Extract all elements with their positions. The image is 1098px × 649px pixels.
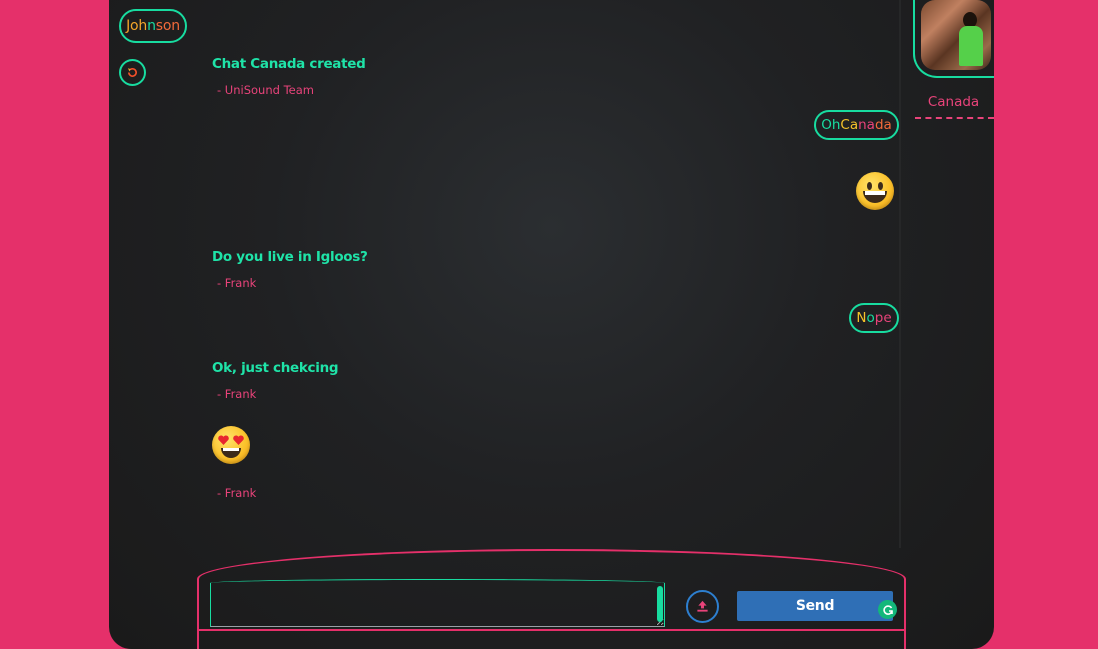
send-button[interactable]: Send [737,591,893,621]
contact-name[interactable]: Canada [913,94,994,110]
avatar [921,0,991,70]
user-name-part-2: n [147,18,156,34]
message-list[interactable]: Chat Canada created - UniSound Team Oh C… [212,48,899,548]
user-name-part-3: son [155,18,180,34]
sent-text-part: Ca [840,117,859,133]
sent-text-part: pe [874,310,892,326]
sent-text-part: N [856,310,867,326]
contact-list: Canada [913,0,994,120]
sent-text-part: na [858,117,875,133]
contact-item-canada[interactable] [913,0,994,78]
message-author: - Frank [217,486,257,500]
grinning-face-icon [856,172,894,210]
sent-message-bubble: No pe [849,303,899,333]
grammar-check-badge[interactable] [878,600,897,619]
sent-text-part: Oh [821,117,841,133]
user-name-part-1: Joh [126,18,148,34]
message-author: - UniSound Team [217,83,314,97]
message-input[interactable] [210,579,665,627]
sent-text-part: da [874,117,892,133]
message-text: Chat Canada created [212,56,366,72]
send-button-label: Send [795,598,835,614]
message-text: Ok, just chekcing [212,360,339,376]
upload-icon [697,600,708,612]
sent-message-bubble: Oh Ca na da [814,110,899,140]
upload-button[interactable] [686,590,719,623]
heart-eyes-face-icon [212,426,250,464]
contact-divider [915,117,994,119]
grammar-check-icon [882,604,893,615]
message-scrollbar[interactable] [899,0,901,548]
message-author: - Frank [217,276,257,290]
current-user-badge[interactable]: Joh n son [119,9,187,43]
message-author: - Frank [217,387,257,401]
input-scrollbar[interactable] [657,586,663,622]
refresh-button[interactable] [119,59,146,86]
chat-window: Joh n son Chat Canada created - UniSound T… [109,0,994,649]
refresh-icon [127,68,137,77]
sent-text-part: o [866,310,875,326]
message-text: Do you live in Igloos? [212,249,368,265]
